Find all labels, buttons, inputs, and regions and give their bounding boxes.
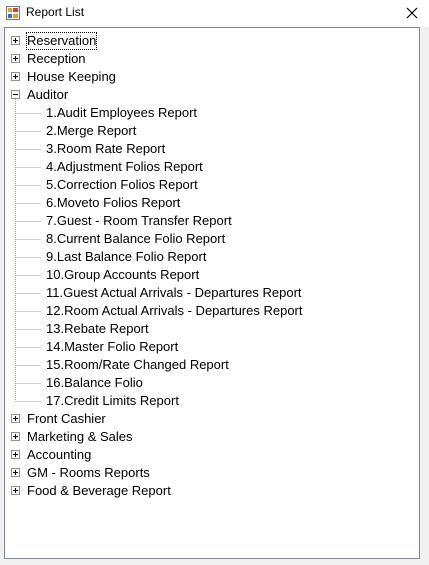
tree-child-report-item[interactable]: 12.Room Actual Arrivals - Departures Rep… [45, 302, 304, 320]
tree-child-report-item[interactable]: 15.Room/Rate Changed Report [45, 356, 230, 374]
expand-plus-icon[interactable] [11, 468, 20, 477]
close-icon [406, 7, 418, 19]
expand-plus-icon[interactable] [11, 72, 20, 81]
tree-child-report-item[interactable]: 4.Adjustment Folios Report [45, 158, 204, 176]
tree-node-front-cashier[interactable]: Front Cashier [26, 410, 107, 428]
expand-plus-icon[interactable] [11, 414, 20, 423]
report-tree-view[interactable]: Reservation Reception House Keeping Auditor… [4, 27, 420, 559]
expand-plus-icon[interactable] [11, 54, 20, 63]
tree-child-report-item[interactable]: 10.Group Accounts Report [45, 266, 200, 284]
tree-child-report-item[interactable]: 9.Last Balance Folio Report [45, 248, 207, 266]
tree-child-report-item[interactable]: 8.Current Balance Folio Report [45, 230, 226, 248]
report-list-app-icon [6, 6, 20, 20]
title-bar: Report List [0, 0, 429, 27]
tree-child-report-item[interactable]: 3.Room Rate Report [45, 140, 166, 158]
tree-child-report-item[interactable]: 14.Master Folio Report [45, 338, 179, 356]
tree-node-food-beverage-report[interactable]: Food & Beverage Report [26, 482, 172, 500]
tree-child-report-item[interactable]: 2.Merge Report [45, 122, 137, 140]
tree-child-report-item[interactable]: 13.Rebate Report [45, 320, 150, 338]
expand-plus-icon[interactable] [11, 432, 20, 441]
tree-node-reception[interactable]: Reception [26, 50, 87, 68]
tree-child-report-item[interactable]: 11.Guest Actual Arrivals - Departures Re… [45, 284, 303, 302]
window-title: Report List [26, 5, 85, 19]
tree-child-report-item[interactable]: 1.Audit Employees Report [45, 104, 198, 122]
collapse-minus-icon[interactable] [11, 90, 20, 99]
tree-node-reservation[interactable]: Reservation [26, 32, 98, 50]
report-list-window: Report List Reservation Reception House Ke… [0, 0, 429, 565]
tree-node-accounting[interactable]: Accounting [26, 446, 92, 464]
tree-child-report-item[interactable]: 6.Moveto Folios Report [45, 194, 181, 212]
tree-node-gm-rooms-reports[interactable]: GM - Rooms Reports [26, 464, 151, 482]
tree-node-marketing-sales[interactable]: Marketing & Sales [26, 428, 134, 446]
tree-child-report-item[interactable]: 16.Balance Folio [45, 374, 144, 392]
expand-plus-icon[interactable] [11, 486, 20, 495]
expand-plus-icon[interactable] [11, 450, 20, 459]
expand-plus-icon[interactable] [11, 36, 20, 45]
tree-child-report-item[interactable]: 5.Correction Folios Report [45, 176, 199, 194]
tree-node-auditor[interactable]: Auditor [26, 86, 69, 104]
tree-child-report-item[interactable]: 7.Guest - Room Transfer Report [45, 212, 233, 230]
close-button[interactable] [395, 0, 429, 27]
tree-child-report-item[interactable]: 17.Credit Limits Report [45, 392, 180, 410]
tree-node-house-keeping[interactable]: House Keeping [26, 68, 117, 86]
